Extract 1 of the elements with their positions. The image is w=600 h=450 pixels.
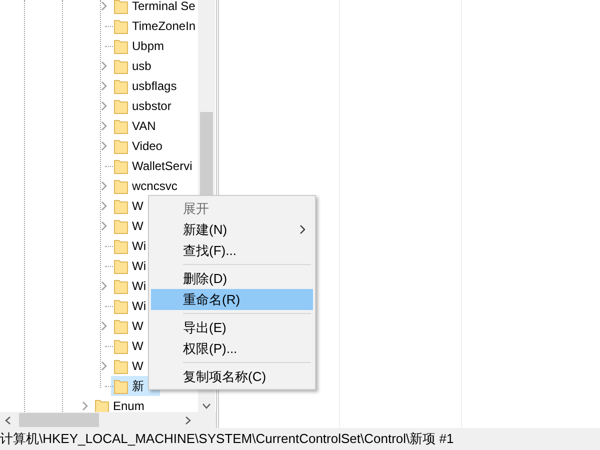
status-path: 计算机\HKEY_LOCAL_MACHINE\SYSTEM\CurrentControlSet\Control\新项 #1: [0, 428, 600, 450]
